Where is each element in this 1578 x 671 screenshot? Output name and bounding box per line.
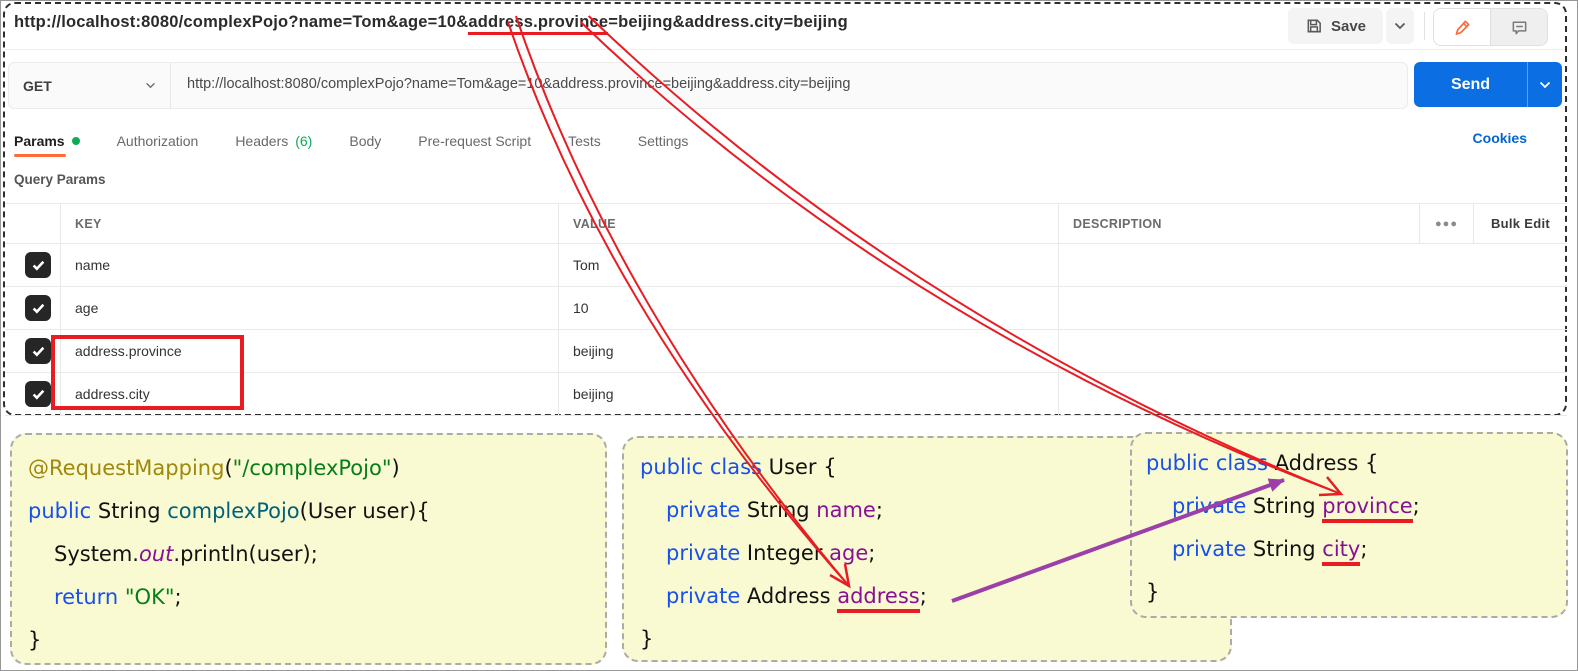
- tab-label: Settings: [638, 133, 689, 149]
- code-line: System.out.println(user);: [28, 533, 589, 576]
- code-line: private Integer age;: [640, 532, 1214, 575]
- url-suffix: =beijing&address.city=beijing: [608, 13, 848, 31]
- comment-icon: [1510, 18, 1529, 37]
- code-line: private String city;: [1146, 528, 1552, 571]
- tab-settings[interactable]: Settings: [638, 133, 689, 149]
- code-line: public String complexPojo(User user){: [28, 490, 589, 533]
- url-prefix: http://localhost:8080/complexPojo?name=T…: [14, 13, 468, 31]
- tab-label: Pre-request Script: [418, 133, 531, 149]
- tab-label: Authorization: [117, 133, 199, 149]
- table-row: address.city beijing: [5, 373, 1567, 416]
- check-icon: [32, 389, 45, 400]
- check-icon: [32, 260, 45, 271]
- request-url-bar[interactable]: http://localhost:8080/complexPojo?name=T…: [14, 11, 848, 33]
- request-builder: GET http://localhost:8080/complexPojo?na…: [8, 62, 1408, 109]
- check-icon: [32, 346, 45, 357]
- param-key-cell[interactable]: age: [60, 287, 558, 329]
- code-line: public class Address {: [1146, 442, 1552, 485]
- save-button-label: Save: [1331, 18, 1366, 35]
- header-checkbox-spacer: [5, 204, 60, 243]
- save-dropdown-button[interactable]: [1386, 8, 1414, 44]
- check-icon: [32, 303, 45, 314]
- table-row: address.province beijing: [5, 330, 1567, 373]
- code-line: private Address address;: [640, 575, 1214, 618]
- chevron-down-icon: [145, 82, 156, 89]
- tab-label: Headers: [235, 133, 288, 149]
- send-dropdown-button[interactable]: [1528, 81, 1562, 89]
- query-params-title: Query Params: [14, 172, 106, 187]
- column-header-value: VALUE: [558, 204, 1058, 243]
- param-key-cell[interactable]: address.city: [60, 373, 558, 415]
- url-input[interactable]: http://localhost:8080/complexPojo?name=T…: [171, 63, 1407, 108]
- table-header-row: KEY VALUE DESCRIPTION ●●● Bulk Edit: [5, 204, 1567, 244]
- code-line: private String province;: [1146, 485, 1552, 528]
- chevron-down-icon: [1539, 81, 1551, 89]
- edit-button[interactable]: [1434, 9, 1491, 45]
- param-value-cell[interactable]: Tom: [558, 244, 1058, 286]
- code-line: }: [28, 619, 589, 662]
- method-label: GET: [23, 78, 52, 94]
- row-checkbox[interactable]: [25, 381, 51, 407]
- param-description-cell[interactable]: [1058, 287, 1567, 329]
- code-line: public class User {: [640, 446, 1214, 489]
- param-key-cell[interactable]: address.province: [60, 330, 558, 372]
- code-line: return "OK";: [28, 576, 589, 619]
- save-icon: [1305, 17, 1323, 35]
- param-value-cell[interactable]: beijing: [558, 330, 1058, 372]
- send-button[interactable]: Send: [1414, 62, 1562, 107]
- more-options-icon[interactable]: ●●●: [1419, 204, 1473, 243]
- code-line: private String name;: [640, 489, 1214, 532]
- tab-authorization[interactable]: Authorization: [117, 133, 199, 149]
- send-button-label: Send: [1414, 76, 1527, 94]
- column-header-key: KEY: [60, 204, 558, 243]
- save-button[interactable]: Save: [1288, 8, 1383, 44]
- pencil-icon: [1453, 18, 1472, 37]
- postman-panel: http://localhost:8080/complexPojo?name=T…: [3, 2, 1567, 416]
- code-line: }: [640, 618, 1214, 661]
- param-description-cell[interactable]: [1058, 244, 1567, 286]
- column-header-description: DESCRIPTION: [1058, 204, 1419, 243]
- param-description-cell[interactable]: [1058, 373, 1567, 415]
- code-block-controller: @RequestMapping("/complexPojo")public St…: [10, 433, 607, 665]
- headers-count-badge: (6): [295, 133, 312, 149]
- table-row: name Tom: [5, 244, 1567, 287]
- code-block-address-class: public class Address {private String pro…: [1130, 432, 1568, 618]
- row-checkbox[interactable]: [25, 338, 51, 364]
- tab-pre-request-script[interactable]: Pre-request Script: [418, 133, 531, 149]
- table-row: age 10: [5, 287, 1567, 330]
- bulk-edit-button[interactable]: Bulk Edit: [1473, 204, 1567, 243]
- query-params-table: KEY VALUE DESCRIPTION ●●● Bulk Edit name…: [5, 203, 1567, 416]
- tab-label: Params: [14, 133, 65, 149]
- row-checkbox[interactable]: [25, 252, 51, 278]
- request-tabs: Params Authorization Headers (6) Body Pr…: [14, 124, 688, 158]
- tab-label: Body: [349, 133, 381, 149]
- param-key-cell[interactable]: name: [60, 244, 558, 286]
- param-description-cell[interactable]: [1058, 330, 1567, 372]
- tab-label: Tests: [568, 133, 601, 149]
- param-value-cell[interactable]: beijing: [558, 373, 1058, 415]
- method-select[interactable]: GET: [9, 63, 171, 108]
- edit-comment-toggle: [1433, 8, 1548, 46]
- tab-headers[interactable]: Headers (6): [235, 133, 312, 149]
- chevron-down-icon: [1394, 22, 1406, 30]
- comment-button[interactable]: [1491, 9, 1547, 45]
- divider: [1424, 12, 1425, 40]
- row-checkbox[interactable]: [25, 295, 51, 321]
- tab-params[interactable]: Params: [14, 133, 80, 149]
- divider: [5, 49, 1565, 50]
- url-highlight: address.province: [468, 13, 608, 35]
- tab-body[interactable]: Body: [349, 133, 381, 149]
- tab-tests[interactable]: Tests: [568, 133, 601, 149]
- cookies-link[interactable]: Cookies: [1473, 130, 1527, 146]
- code-line: @RequestMapping("/complexPojo"): [28, 447, 589, 490]
- code-line: }: [1146, 571, 1552, 614]
- param-value-cell[interactable]: 10: [558, 287, 1058, 329]
- page: http://localhost:8080/complexPojo?name=T…: [0, 0, 1578, 671]
- unsaved-dot-icon: [72, 137, 80, 145]
